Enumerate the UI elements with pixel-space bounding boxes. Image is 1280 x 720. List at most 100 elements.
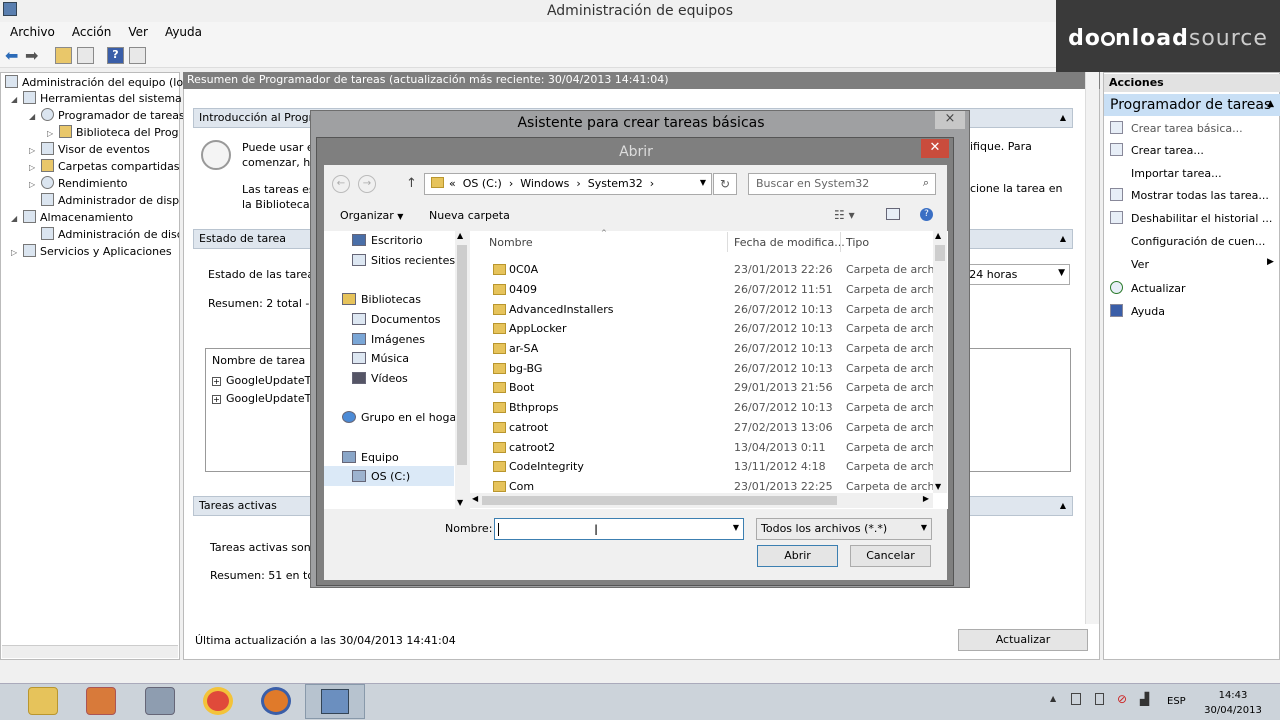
action-create-basic-task[interactable]: Crear tarea básica... xyxy=(1110,121,1243,135)
collapse-arrow-icon[interactable]: ▷ xyxy=(29,180,35,189)
file-row[interactable]: AppLocker 26/07/2012 10:13 Carpeta de arch… xyxy=(490,321,938,341)
show-hide-tree-icon[interactable] xyxy=(77,47,94,64)
address-dropdown-icon[interactable]: ▼ xyxy=(700,178,706,187)
forward-icon[interactable]: ➡ xyxy=(25,46,38,65)
menu-accion[interactable]: Acción xyxy=(62,22,118,39)
collapse-icon[interactable]: ▲ xyxy=(1060,501,1066,510)
action-import-task[interactable]: Importar tarea... xyxy=(1110,166,1222,180)
control-panel-icon[interactable] xyxy=(86,687,116,715)
tree-item-storage[interactable]: Almacenamiento xyxy=(23,209,133,226)
expand-arrow-icon[interactable]: ◢ xyxy=(11,214,17,223)
volume-muted-icon[interactable]: ⊘ xyxy=(1117,692,1127,706)
period-select[interactable]: s 24 horas ▼ xyxy=(955,264,1070,285)
nav-item-computer[interactable]: Equipo xyxy=(342,451,399,464)
action-refresh[interactable]: Actualizar xyxy=(1110,281,1186,295)
file-row[interactable]: ar-SA 26/07/2012 10:13 Carpeta de archiv xyxy=(490,341,938,361)
close-button[interactable]: ✕ xyxy=(921,139,949,158)
collapse-icon[interactable]: ▲ xyxy=(1060,234,1066,243)
expand-arrow-icon[interactable]: ◢ xyxy=(29,112,35,121)
up-folder-icon[interactable] xyxy=(55,47,72,64)
nav-item-music[interactable]: Música xyxy=(352,352,409,365)
clock[interactable]: 14:43 30/04/2013 xyxy=(1198,688,1268,718)
file-list-vertical-scrollbar[interactable]: ▲ ▼ xyxy=(933,231,947,493)
file-row[interactable]: catroot 27/02/2013 13:06 Carpeta de archiv xyxy=(490,420,938,440)
up-arrow-icon[interactable]: ↑ xyxy=(406,176,417,191)
nav-item-desktop[interactable]: Escritorio xyxy=(352,234,423,247)
tree-item-root[interactable]: Administración del equipo (loc xyxy=(5,74,189,91)
tree-item-shared-folders[interactable]: Carpetas compartidas xyxy=(41,158,180,175)
tree-item-event-viewer[interactable]: Visor de eventos xyxy=(41,141,150,158)
action-view[interactable]: Ver ▶ xyxy=(1110,257,1274,271)
forward-icon[interactable]: → xyxy=(358,175,376,193)
expand-icon[interactable]: + xyxy=(212,395,221,404)
tree-item-device-manager[interactable]: Administrador de dispo xyxy=(41,192,179,209)
tools-icon[interactable] xyxy=(145,687,175,715)
breadcrumb-windows[interactable]: Windows xyxy=(520,177,569,190)
column-type[interactable]: Tipo xyxy=(846,236,869,249)
tree-item-disk-management[interactable]: Administración de disco xyxy=(41,226,179,243)
expand-icon[interactable]: + xyxy=(212,377,221,386)
refresh-icon[interactable]: ↻ xyxy=(713,173,737,195)
nav-item-os-drive[interactable]: OS (C:) xyxy=(324,466,454,486)
tree-item-services[interactable]: Servicios y Aplicaciones xyxy=(23,243,172,260)
wizard-close-button[interactable]: × xyxy=(935,111,965,129)
file-row[interactable]: Boot 29/01/2013 21:56 Carpeta de archiv xyxy=(490,380,938,400)
search-input[interactable]: Buscar en System32 ⌕ xyxy=(748,173,936,195)
tree-item-system-tools[interactable]: Herramientas del sistema xyxy=(23,90,182,107)
file-type-filter[interactable]: Todos los archivos (*.*) ▼ xyxy=(756,518,932,540)
back-icon[interactable]: ⬅ xyxy=(5,46,18,65)
tree-item-performance[interactable]: Rendimiento xyxy=(41,175,127,192)
file-explorer-icon[interactable] xyxy=(28,687,58,715)
task-row[interactable]: + GoogleUpdateTa xyxy=(212,374,316,387)
menu-ver[interactable]: Ver xyxy=(118,22,155,39)
filename-dropdown-icon[interactable]: ▼ xyxy=(733,523,739,532)
collapse-arrow-icon[interactable]: ▷ xyxy=(29,146,35,155)
actions-subheader[interactable]: Programador de tareas ▲ xyxy=(1104,94,1280,116)
flag-icon[interactable] xyxy=(1071,693,1081,705)
breadcrumb-os[interactable]: OS (C:) xyxy=(463,177,502,190)
collapse-icon[interactable]: ▲ xyxy=(1060,113,1066,122)
show-hidden-icons[interactable]: ▲ xyxy=(1050,694,1056,703)
file-row[interactable]: bg-BG 26/07/2012 10:13 Carpeta de archiv xyxy=(490,361,938,381)
expand-arrow-icon[interactable]: ◢ xyxy=(11,95,17,104)
organize-button[interactable]: Organizar ▼ xyxy=(340,209,403,222)
center-scrollbar[interactable] xyxy=(1085,72,1099,624)
file-row[interactable]: 0409 26/07/2012 11:51 Carpeta de archiv xyxy=(490,282,938,302)
action-create-task[interactable]: Crear tarea... xyxy=(1110,143,1204,157)
tree-horizontal-scrollbar[interactable] xyxy=(2,645,178,658)
nav-item-documents[interactable]: Documentos xyxy=(352,313,440,326)
collapse-arrow-icon[interactable]: ▷ xyxy=(11,248,17,257)
firefox-icon[interactable] xyxy=(261,687,291,715)
cancel-button[interactable]: Cancelar xyxy=(850,545,931,567)
nav-scrollbar[interactable]: ▲ ▼ xyxy=(455,231,469,509)
filename-input[interactable]: ▼ xyxy=(494,518,744,540)
file-list-horizontal-scrollbar[interactable]: ◀ ▶ xyxy=(470,493,933,508)
view-options-icon[interactable]: ☷ ▾ xyxy=(834,208,855,222)
nav-item-pictures[interactable]: Imágenes xyxy=(352,333,425,346)
action-disable-history[interactable]: Deshabilitar el historial ... xyxy=(1110,211,1272,225)
new-folder-button[interactable]: Nueva carpeta xyxy=(429,209,510,222)
file-row[interactable]: Bthprops 26/07/2012 10:13 Carpeta de archi… xyxy=(490,400,938,420)
battery-icon[interactable] xyxy=(1095,693,1104,705)
nav-item-homegroup[interactable]: Grupo en el hogar xyxy=(342,411,461,424)
taskbar-active-app[interactable] xyxy=(305,684,365,719)
breadcrumb-system32[interactable]: System32 xyxy=(588,177,643,190)
preview-pane-icon[interactable] xyxy=(886,208,900,220)
back-icon[interactable]: ← xyxy=(332,175,350,193)
action-show-all[interactable]: Mostrar todas las tarea... xyxy=(1110,188,1269,202)
file-row[interactable]: catroot2 13/04/2013 0:11 Carpeta de archiv xyxy=(490,440,938,460)
collapse-arrow-icon[interactable]: ▷ xyxy=(47,129,53,138)
nav-item-libraries[interactable]: Bibliotecas xyxy=(342,293,421,306)
action-account-config[interactable]: Configuración de cuen... xyxy=(1110,234,1265,248)
task-row[interactable]: + GoogleUpdateTa xyxy=(212,392,316,405)
language-indicator[interactable]: ESP xyxy=(1167,696,1186,707)
show-actions-icon[interactable] xyxy=(129,47,146,64)
menu-ayuda[interactable]: Ayuda xyxy=(155,22,209,39)
open-button[interactable]: Abrir xyxy=(757,545,838,567)
action-help[interactable]: Ayuda xyxy=(1110,304,1165,318)
file-row[interactable]: CodeIntegrity 13/11/2012 4:18 Carpeta de a… xyxy=(490,459,938,479)
file-row[interactable]: AdvancedInstallers 26/07/2012 10:13 Carpet… xyxy=(490,302,938,322)
refresh-button[interactable]: Actualizar xyxy=(958,629,1088,651)
network-icon[interactable]: ▟ xyxy=(1140,692,1149,706)
menu-archivo[interactable]: Archivo xyxy=(0,22,62,39)
